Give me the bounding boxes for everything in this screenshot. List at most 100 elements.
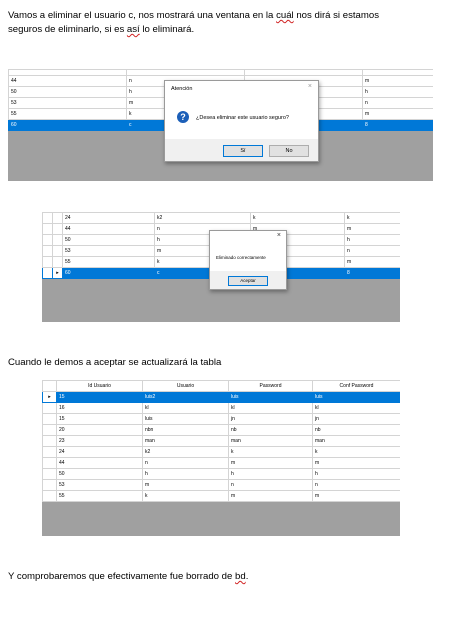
cell[interactable]: 8 [344, 267, 400, 279]
row-header[interactable] [42, 479, 57, 491]
cell[interactable]: 16 [56, 402, 143, 414]
cell[interactable]: 60 [62, 267, 155, 279]
row-header[interactable] [52, 212, 63, 224]
cell[interactable]: 53 [56, 479, 143, 491]
cell[interactable]: 24 [62, 212, 155, 224]
cell[interactable]: 15 [56, 391, 143, 403]
cell[interactable]: 20 [56, 424, 143, 436]
accept-button[interactable]: Aceptar [228, 276, 268, 286]
column-header-id[interactable]: Id Usuario [56, 380, 143, 392]
cell[interactable]: 55 [62, 256, 155, 268]
table-row[interactable]: 20 nbn nb nb [42, 424, 400, 436]
row-header[interactable] [52, 223, 63, 235]
cell[interactable]: luis2 [142, 391, 229, 403]
cell[interactable]: 44 [8, 75, 127, 87]
table-row[interactable]: 23 man man man [42, 435, 400, 447]
column-header-confirm[interactable]: Conf Password [312, 380, 400, 392]
cell[interactable]: k2 [142, 446, 229, 458]
cell[interactable]: 50 [8, 86, 127, 98]
table-row[interactable]: 55kmm [42, 490, 400, 502]
row-header[interactable] [42, 435, 57, 447]
cell[interactable]: k [250, 212, 345, 224]
cell[interactable]: luis [142, 413, 229, 425]
row-header[interactable] [42, 490, 57, 502]
cell[interactable]: n [344, 245, 400, 257]
cell[interactable]: kl [228, 402, 313, 414]
cell[interactable]: k2 [154, 212, 251, 224]
cell[interactable]: 53 [8, 97, 127, 109]
cell[interactable]: 44 [62, 223, 155, 235]
yes-button[interactable]: Sí [223, 145, 263, 157]
row-header[interactable] [52, 256, 63, 268]
row-header[interactable] [42, 413, 57, 425]
cell[interactable]: 44 [56, 457, 143, 469]
cell[interactable]: 53 [62, 245, 155, 257]
cell[interactable]: man [312, 435, 400, 447]
row-header[interactable] [42, 245, 53, 257]
cell[interactable]: m [142, 479, 229, 491]
table-row[interactable]: 44 n m m [42, 457, 400, 469]
cell[interactable]: luis [312, 391, 400, 403]
table-row[interactable]: 24 k2 k k [42, 212, 400, 224]
cell[interactable]: h [312, 468, 400, 480]
cell[interactable]: k [344, 212, 400, 224]
row-header[interactable] [42, 267, 53, 279]
cell[interactable]: 50 [62, 234, 155, 246]
row-header[interactable] [52, 245, 63, 257]
cell[interactable]: 24 [56, 446, 143, 458]
cell[interactable]: nbn [142, 424, 229, 436]
close-icon[interactable]: × [308, 83, 312, 90]
column-header-password[interactable]: Password [228, 380, 313, 392]
table-row[interactable]: 50hhh [42, 468, 400, 480]
cell[interactable]: jn [312, 413, 400, 425]
table-row[interactable]: 16 kl kl kl [42, 402, 400, 414]
close-icon[interactable]: × [277, 232, 281, 239]
cell[interactable]: k [312, 446, 400, 458]
cell[interactable]: h [344, 234, 400, 246]
row-header[interactable] [42, 402, 57, 414]
row-header[interactable] [42, 457, 57, 469]
cell[interactable]: 60 [8, 119, 127, 131]
cell[interactable]: n [228, 479, 313, 491]
cell[interactable]: 55 [56, 490, 143, 502]
cell[interactable]: man [228, 435, 313, 447]
cell[interactable]: 23 [56, 435, 143, 447]
row-header[interactable] [42, 223, 53, 235]
table-row[interactable]: 24 k2 k k [42, 446, 400, 458]
row-header[interactable] [52, 234, 63, 246]
row-header[interactable] [42, 424, 57, 436]
row-header[interactable] [42, 468, 57, 480]
row-header[interactable] [42, 446, 57, 458]
table-row[interactable]: 15 luis jn jn [42, 413, 400, 425]
cell[interactable]: h [362, 86, 433, 98]
cell[interactable]: m [344, 256, 400, 268]
cell[interactable]: h [142, 468, 229, 480]
cell[interactable]: m [228, 490, 313, 502]
cell[interactable]: nb [228, 424, 313, 436]
cell[interactable]: 15 [56, 413, 143, 425]
no-button[interactable]: No [269, 145, 309, 157]
table-row[interactable]: 53mnn [42, 479, 400, 491]
cell[interactable]: kl [142, 402, 229, 414]
cell[interactable]: kl [312, 402, 400, 414]
cell[interactable]: n [362, 97, 433, 109]
cell[interactable]: luis [228, 391, 313, 403]
cell[interactable]: jn [228, 413, 313, 425]
row-header[interactable] [42, 212, 53, 224]
cell[interactable]: 55 [8, 108, 127, 120]
cell[interactable]: k [228, 446, 313, 458]
table-row-selected[interactable]: ▸ 15 luis2 luis luis [42, 391, 400, 403]
cell[interactable]: m [362, 75, 433, 87]
cell[interactable]: 8 [362, 119, 433, 131]
cell[interactable]: m [312, 490, 400, 502]
cell[interactable]: n [142, 457, 229, 469]
cell[interactable]: k [142, 490, 229, 502]
cell[interactable]: m [344, 223, 400, 235]
row-header[interactable] [42, 256, 53, 268]
cell[interactable]: nb [312, 424, 400, 436]
cell[interactable]: m [312, 457, 400, 469]
cell[interactable]: h [228, 468, 313, 480]
cell[interactable]: m [228, 457, 313, 469]
cell[interactable]: 50 [56, 468, 143, 480]
cell[interactable]: n [312, 479, 400, 491]
